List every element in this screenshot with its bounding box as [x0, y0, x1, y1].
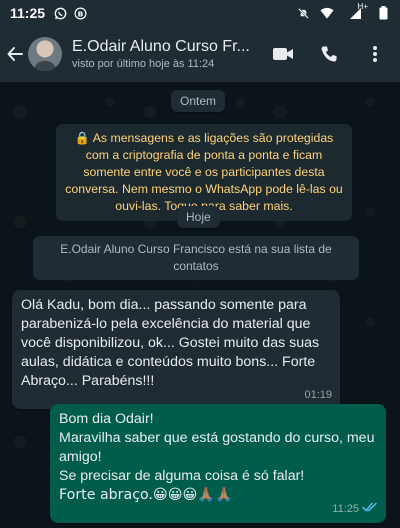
contact-notice: E.Odair Aluno Curso Francisco está na su…: [33, 236, 359, 280]
whatsapp-icon: [53, 6, 67, 20]
message-line: Maravilha saber que está gostando do cur…: [59, 430, 375, 465]
contact-notice-text: E.Odair Aluno Curso Francisco está na su…: [60, 242, 332, 273]
date-label-yesterday: Ontem: [171, 90, 226, 112]
svg-text:B: B: [77, 9, 83, 18]
double-check-icon: [362, 500, 378, 519]
wifi-icon: [320, 6, 334, 20]
chat-area[interactable]: Ontem 🔒 As mensagens e as ligações são p…: [0, 82, 400, 528]
avatar[interactable]: [28, 37, 62, 71]
message-line: Se precisar de alguma coisa é só falar!: [59, 468, 305, 484]
message-text: Olá Kadu, bom dia... passando somente pa…: [21, 297, 320, 389]
battery-icon: [376, 6, 390, 20]
mute-icon: [296, 6, 310, 20]
contact-info[interactable]: E.Odair Aluno Curso Fr... visto por últi…: [72, 38, 272, 70]
message-outgoing[interactable]: Bom dia Odair! Maravilha saber que está …: [50, 404, 386, 523]
voice-call-icon[interactable]: [318, 43, 340, 65]
b-icon: B: [73, 6, 87, 20]
message-incoming[interactable]: Olá Kadu, bom dia... passando somente pa…: [12, 290, 340, 409]
video-call-icon[interactable]: [272, 43, 294, 65]
back-arrow-icon[interactable]: [4, 43, 26, 65]
status-bar: 11:25 B H+: [0, 0, 400, 26]
message-time: 11:25: [332, 503, 359, 515]
encryption-notice-text: 🔒 As mensagens e as ligações são protegi…: [65, 131, 343, 213]
message-line: Bom dia Odair!: [59, 411, 154, 427]
message-line: Forte abraço.😀😀😀🙏🏽🙏🏽: [59, 487, 233, 503]
signal-icon: H+: [344, 2, 368, 20]
more-options-icon[interactable]: [364, 43, 386, 65]
message-time: 01:19: [304, 389, 332, 401]
chat-header: E.Odair Aluno Curso Fr... visto por últi…: [0, 26, 400, 82]
date-label-today: Hoje: [177, 206, 220, 228]
status-time: 11:25: [10, 5, 46, 21]
network-type-label: H+: [357, 2, 368, 11]
last-seen-status: visto por último hoje às 11:24: [72, 58, 215, 70]
contact-name: E.Odair Aluno Curso Fr...: [72, 38, 250, 55]
